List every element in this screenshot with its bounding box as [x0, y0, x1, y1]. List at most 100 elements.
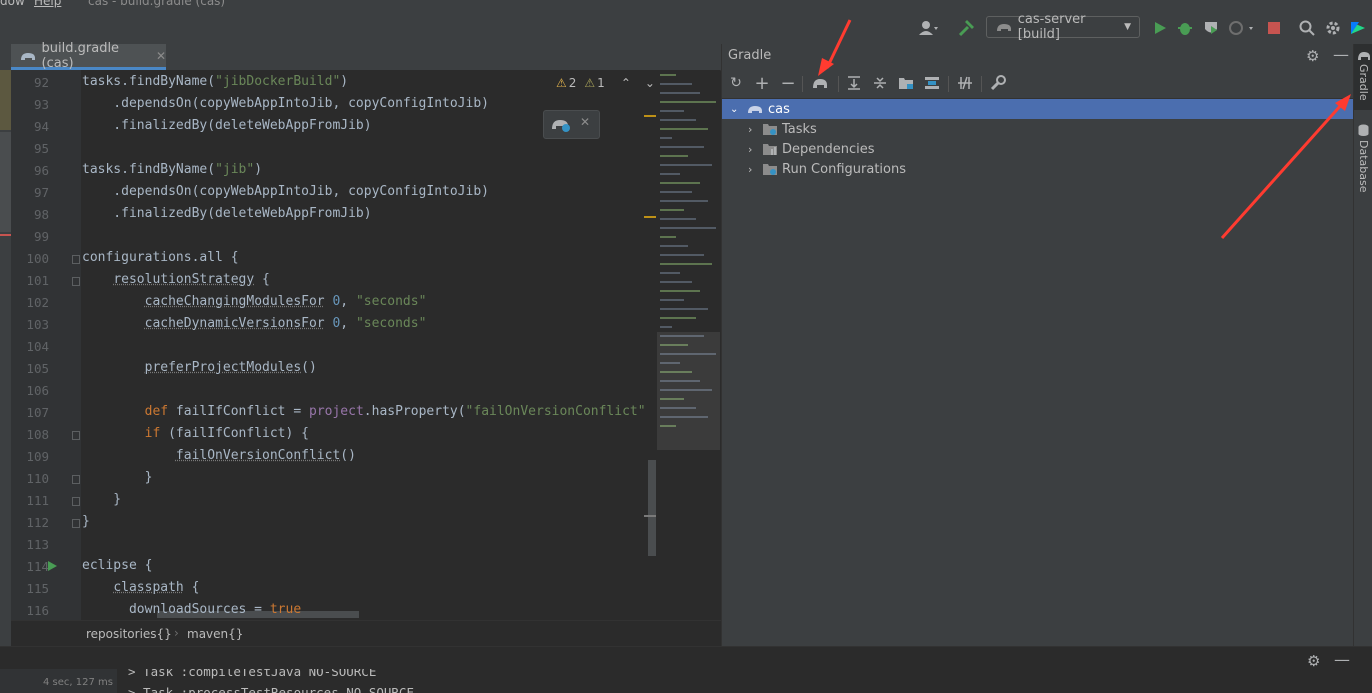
minimize-icon[interactable]: —	[1333, 45, 1349, 64]
code-line: downloadSources = true	[82, 602, 302, 617]
fold-marker-icon[interactable]	[72, 431, 80, 440]
line-number: 94	[33, 119, 49, 134]
code-minimap[interactable]	[657, 70, 720, 620]
run-gutter-icon[interactable]	[48, 561, 57, 571]
debug-icon[interactable]	[1175, 18, 1195, 38]
user-icon[interactable]	[916, 18, 942, 38]
fold-marker-icon[interactable]	[72, 475, 80, 484]
left-strip-marker	[0, 70, 11, 130]
chevron-right-icon[interactable]: ›	[748, 163, 762, 176]
minimap-line	[660, 92, 700, 94]
close-icon[interactable]: ✕	[580, 115, 590, 129]
code-line: }	[82, 514, 90, 529]
menu-window[interactable]: dow	[0, 0, 25, 8]
line-number: 114	[26, 559, 49, 574]
minimap-line	[660, 218, 696, 220]
gradle-reload-popup[interactable]: ✕	[543, 110, 600, 139]
line-number: 108	[26, 427, 49, 442]
tab-label: build.gradle (cas)	[41, 40, 120, 71]
chevron-right-icon[interactable]: ›	[748, 143, 762, 156]
execute-gradle-task-icon[interactable]	[810, 73, 830, 93]
line-number: 104	[26, 339, 49, 354]
minimap-line	[660, 101, 716, 103]
chevron-up-icon[interactable]: ⌃	[621, 76, 631, 90]
line-number: 110	[26, 471, 49, 486]
toolbar-divider	[802, 76, 803, 92]
run-icon[interactable]	[1150, 18, 1170, 38]
code-editor[interactable]: ⚠ 2 ⚠ 1 ⌃ ⌄ ✕ tasks.findByName("jibDocke…	[81, 70, 657, 620]
caret-stripe	[644, 515, 656, 517]
search-icon[interactable]	[1297, 18, 1317, 38]
tree-row-run-configurations[interactable]: › Run Configurations	[722, 159, 1354, 179]
gradle-header: Gradle ⚙ —	[722, 44, 1354, 68]
menu-bar: dow Help cas - build.gradle (cas)	[0, 0, 1372, 12]
show-tasks-icon[interactable]	[922, 73, 942, 93]
build-tree-pane: 4 sec, 127 ms	[0, 669, 117, 693]
build-hammer-icon[interactable]	[956, 18, 976, 38]
tab-database[interactable]: Database	[1354, 120, 1372, 193]
chevron-right-icon[interactable]: ›	[748, 123, 762, 136]
toolbar-divider	[838, 76, 839, 92]
coverage-icon[interactable]	[1201, 18, 1221, 38]
minimap-viewport[interactable]	[657, 332, 720, 450]
code-line: resolutionStrategy {	[113, 272, 270, 287]
settings-gear-icon[interactable]: ⚙	[1307, 652, 1320, 670]
profiler-icon[interactable]	[1226, 18, 1256, 38]
toggle-offline-icon[interactable]	[955, 73, 975, 93]
settings-gear-icon[interactable]: ⚙	[1306, 47, 1319, 65]
editor-scrollbar[interactable]	[648, 460, 656, 556]
window-title: cas - build.gradle (cas)	[88, 0, 226, 8]
breadcrumb-repositories[interactable]: repositories{}	[86, 627, 172, 641]
minimap-line	[660, 146, 704, 148]
inspection-widget[interactable]: ⚠ 2 ⚠ 1 ⌃ ⌄	[556, 76, 655, 90]
breadcrumb-maven[interactable]: maven{}	[187, 627, 243, 641]
remove-icon[interactable]: −	[778, 73, 798, 94]
tree-row-cas[interactable]: ⌄ cas	[722, 99, 1354, 119]
stop-icon[interactable]	[1264, 18, 1284, 38]
line-number: 107	[26, 405, 49, 420]
tab-build-gradle[interactable]: build.gradle (cas) ✕	[11, 40, 166, 71]
tree-row-tasks[interactable]: › Tasks	[722, 119, 1354, 139]
build-tool-settings-wrench-icon[interactable]	[988, 73, 1008, 93]
gradle-elephant-icon	[1358, 52, 1370, 60]
weak-warning-icon: ⚠	[584, 76, 596, 90]
group-modules-icon[interactable]	[896, 73, 916, 93]
console-output[interactable]: > Task :compileTestJava NO-SOURCE > Task…	[117, 669, 1372, 693]
close-icon[interactable]: ✕	[156, 49, 166, 63]
chevron-down-icon[interactable]: ⌄	[730, 104, 742, 115]
settings-gear-icon[interactable]	[1323, 18, 1343, 38]
code-line: }	[82, 470, 153, 485]
build-timing: 4 sec, 127 ms	[43, 677, 113, 688]
minimap-line	[660, 155, 688, 157]
reload-icon[interactable]: ↻	[726, 73, 746, 93]
minimap-line	[660, 182, 700, 184]
line-number: 92	[33, 75, 49, 90]
chevron-down-icon[interactable]: ⌄	[645, 76, 655, 90]
fold-marker-icon[interactable]	[72, 255, 80, 264]
minimap-line	[660, 200, 708, 202]
line-number: 97	[33, 185, 49, 200]
tree-row-dependencies[interactable]: › Dependencies	[722, 139, 1354, 159]
code-line: if (failIfConflict) {	[144, 426, 309, 441]
jetbrains-toolbox-icon[interactable]	[1348, 18, 1368, 38]
minimap-line	[660, 245, 688, 247]
expand-all-icon[interactable]	[844, 73, 864, 93]
menu-help[interactable]: Help	[34, 0, 61, 8]
warning-stripe	[644, 115, 656, 117]
collapse-all-icon[interactable]	[870, 73, 890, 93]
minimap-line	[660, 119, 696, 121]
run-config-select[interactable]: cas-server [build] ▼	[986, 12, 1140, 42]
gradle-title: Gradle	[728, 48, 772, 63]
dependencies-folder-icon	[763, 144, 777, 155]
fold-marker-icon[interactable]	[72, 497, 80, 506]
code-line: .finalizedBy(deleteWebAppFromJib)	[82, 206, 372, 221]
fold-marker-icon[interactable]	[72, 277, 80, 286]
minimap-line	[660, 299, 684, 301]
fold-marker-icon[interactable]	[72, 519, 80, 528]
minimize-icon[interactable]: —	[1334, 650, 1350, 669]
code-line: .dependsOn(copyWebAppIntoJib, copyConfig…	[82, 184, 489, 199]
minimap-line	[660, 290, 700, 292]
add-icon[interactable]: +	[752, 73, 772, 94]
gradle-reload-icon[interactable]	[550, 116, 572, 132]
tab-gradle[interactable]: Gradle	[1354, 44, 1372, 110]
